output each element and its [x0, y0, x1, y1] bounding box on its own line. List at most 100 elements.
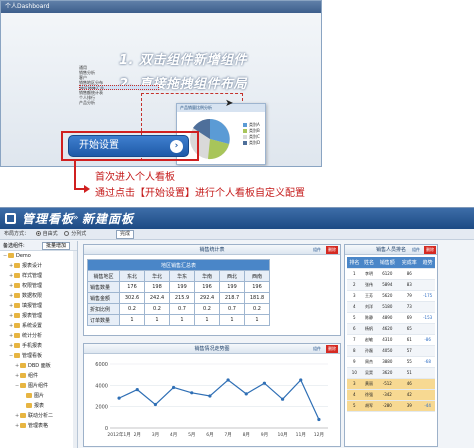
sales-ranking-panel[interactable]: 销售人员排名 组件 删除 排名 姓名 销售额 完成率 趋势 1 李明 6120 86 2 张伟 589… — [344, 244, 438, 447]
table-cell: 0.2 — [194, 303, 220, 315]
tree-item-label: 手机报表 — [22, 343, 43, 349]
column-header: 东北 — [119, 270, 145, 282]
table-cell: 181.8 — [244, 292, 270, 304]
table-cell: 1 — [194, 314, 220, 326]
table-cell — [420, 279, 435, 291]
table-cell: 孙磊 — [361, 345, 377, 357]
dashboard-window: 管理看板 » 新建面板 布局方式： 自由式 分列式 完成 备选组件: 批量增加 … — [0, 207, 474, 448]
tree-item[interactable]: + 联动分析二 — [0, 411, 77, 421]
table-cell: 陈静 — [361, 312, 377, 324]
tree-item[interactable]: + 权限管理 — [0, 281, 77, 291]
start-setup-button[interactable]: 开始设置 › — [68, 135, 189, 157]
radio-column-layout[interactable] — [64, 231, 70, 236]
table-row: 3 黄丽 -512 46 — [347, 378, 435, 390]
column-header: 完成率 — [398, 257, 421, 269]
tree-item[interactable]: − 管理看板 — [0, 351, 77, 361]
delete-button[interactable]: 删除 — [424, 246, 436, 254]
y-tick-label: 2000 — [95, 405, 108, 411]
table-cell: 7 — [347, 334, 362, 346]
table-row: 3 王芳 5620 79 -175 — [347, 290, 435, 302]
tree-item[interactable]: + 组件 — [0, 371, 77, 381]
tree-item-label: 报表设计 — [22, 263, 43, 269]
table-cell: 69 — [398, 312, 421, 324]
radio-free-layout[interactable] — [35, 231, 41, 236]
table-cell: -68 — [420, 356, 435, 368]
ranking-table: 排名 姓名 销售额 完成率 趋势 1 李明 6120 86 2 张伟 5894 83 3 王芳 5620 79-… — [347, 257, 435, 412]
table-cell: 杨帆 — [361, 323, 377, 335]
tree-item[interactable]: + 系统设置 — [0, 321, 77, 331]
table-cell: 4890 — [376, 312, 399, 324]
table-cell: 73 — [398, 301, 421, 313]
table-cell — [420, 323, 435, 335]
complete-button[interactable]: 完成 — [116, 230, 134, 239]
tree-item[interactable]: + 手机报表 — [0, 341, 77, 351]
folder-icon — [20, 383, 26, 388]
x-tick-label: 8月 — [243, 432, 250, 438]
table-cell: 3 — [347, 290, 362, 302]
sales-stats-panel[interactable]: 销售统计表 组件 删除 地区销售汇总表 销售地区 东北 华北 华东 华南 西北 — [83, 244, 341, 336]
table-cell: -512 — [376, 378, 399, 390]
tree-item-label: 统计分析 — [22, 333, 43, 339]
tree-item[interactable]: − Demo — [0, 251, 77, 261]
table-cell: 51 — [398, 367, 421, 379]
column-header: 姓名 — [361, 257, 377, 269]
dashboard-header: 管理看板 » 新建面板 — [0, 208, 474, 229]
table-cell: 42 — [398, 389, 421, 401]
tree-item-label: 联动分析二 — [28, 413, 54, 419]
data-point — [226, 378, 230, 382]
table-cell: 83 — [398, 279, 421, 291]
tree-item[interactable]: 图片 — [0, 391, 77, 401]
sales-trend-panel[interactable]: 销售情况走势图 组件 删除 0 2000 4000 6000 2012年1月 2月 3月 4月… — [83, 343, 341, 447]
batch-add-button[interactable]: 批量增加 — [42, 242, 70, 250]
table-cell: 1 — [119, 314, 145, 326]
component-settings-button[interactable]: 组件 — [409, 246, 423, 254]
table-cell: 4 — [347, 301, 362, 313]
table-cell — [420, 345, 435, 357]
table-cell: 5180 — [376, 301, 399, 313]
tree-item[interactable]: − 图片组件 — [0, 381, 77, 391]
sidebar-header: 备选组件: 批量增加 — [0, 241, 77, 251]
tree-item[interactable]: + DBD 面板 — [0, 361, 77, 371]
table-cell: 5 — [347, 312, 362, 324]
table-cell: 胡军 — [361, 400, 377, 412]
data-point — [299, 378, 303, 382]
table-cell: 39 — [398, 400, 421, 412]
component-settings-button[interactable]: 组件 — [310, 246, 324, 254]
delete-button[interactable]: 删除 — [326, 345, 338, 353]
table-cell: 徐强 — [361, 389, 377, 401]
tree-item[interactable]: + 报表管理 — [0, 311, 77, 321]
table-header-row: 销售地区 东北 华北 华东 华南 西北 西南 — [87, 270, 270, 282]
tree-item[interactable]: + 填报管理 — [0, 301, 77, 311]
folder-icon — [20, 423, 26, 428]
table-cell: 1 — [244, 314, 270, 326]
tree-item[interactable]: + 报表设计 — [0, 261, 77, 271]
tree-item[interactable]: + 样式管理 — [0, 271, 77, 281]
table-cell: -153 — [420, 312, 435, 324]
tree-item[interactable]: + 数据权限 — [0, 291, 77, 301]
tree-item[interactable]: + 统计分析 — [0, 331, 77, 341]
table-cell: 196 — [244, 281, 270, 293]
series-line — [118, 378, 320, 420]
row-header: 销售金额 — [87, 292, 120, 304]
table-cell: -175 — [420, 290, 435, 302]
table-row: 7 赵敏 4310 61 -86 — [347, 334, 435, 346]
table-row: 折扣比例 0.2 0.2 0.7 0.2 0.7 0.2 — [87, 303, 270, 315]
component-settings-button[interactable]: 组件 — [310, 345, 324, 353]
panel-title: 销售统计表 — [199, 247, 225, 253]
data-point — [190, 391, 194, 395]
table-row: 销售金额 302.6 242.4 215.9 292.4 218.7 181.8 — [87, 292, 270, 304]
y-tick-label: 6000 — [95, 362, 108, 368]
table-cell: 6 — [347, 323, 362, 335]
tree-item-label: 权限管理 — [22, 283, 43, 289]
folder-icon — [14, 283, 20, 288]
data-point — [117, 396, 121, 400]
table-cell: 吴昊 — [361, 367, 377, 379]
table-cell: 5894 — [376, 279, 399, 291]
layout-toolbar: 布局方式： 自由式 分列式 完成 — [0, 229, 474, 240]
tree-item[interactable]: 报表 — [0, 401, 77, 411]
delete-button[interactable]: 删除 — [326, 246, 338, 254]
sidebar-scrollbar[interactable] — [73, 251, 77, 448]
tree-item[interactable]: + 管理表格 — [0, 421, 77, 431]
folder-icon — [14, 343, 20, 348]
data-point — [317, 417, 321, 422]
